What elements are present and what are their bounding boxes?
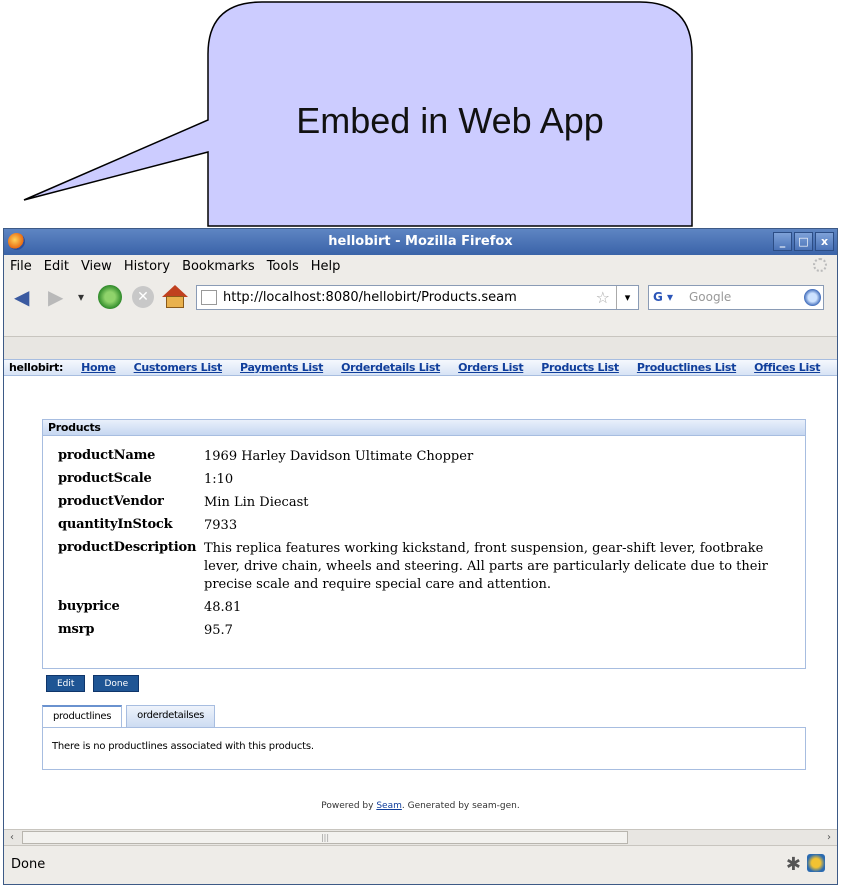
products-panel: Products productName 1969 Harley Davidso… — [42, 419, 806, 669]
nav-home[interactable]: Home — [81, 361, 116, 374]
menu-file[interactable]: File — [10, 259, 32, 274]
property-row: productVendor Min Lin Diecast — [58, 494, 798, 512]
bookmarks-toolbar — [4, 317, 837, 337]
property-label: productScale — [58, 471, 152, 486]
nav-payments-list[interactable]: Payments List — [240, 361, 323, 374]
action-buttons: Edit Done — [46, 675, 140, 692]
status-text: Done — [11, 857, 46, 872]
menu-view[interactable]: View — [81, 259, 112, 274]
bug-icon[interactable]: ✱ — [786, 854, 801, 875]
callout-bubble: Embed in Web App — [0, 0, 841, 240]
app-menu-bar: hellobirt: Home Customers List Payments … — [4, 359, 837, 376]
products-panel-header: Products — [43, 420, 805, 436]
footer-suffix: . Generated by seam-gen. — [401, 801, 520, 811]
app-brand: hellobirt: — [9, 361, 64, 374]
property-label: productName — [58, 448, 156, 463]
property-row: productDescription This replica features… — [58, 540, 798, 594]
property-value: This replica features working kickstand,… — [204, 541, 768, 592]
url-text[interactable]: http://localhost:8080/hellobirt/Products… — [223, 290, 517, 305]
property-value: Min Lin Diecast — [204, 495, 309, 510]
scrollbar-thumb[interactable]: ||| — [22, 831, 628, 844]
status-bar: Done ✱ — [4, 845, 837, 884]
page-footer: Powered by Seam. Generated by seam-gen. — [4, 801, 837, 811]
scroll-left-icon[interactable]: ‹ — [4, 830, 20, 845]
search-icon[interactable] — [804, 289, 821, 306]
property-value: 95.7 — [204, 623, 233, 638]
property-value: 1:10 — [204, 472, 234, 487]
property-row: quantityInStock 7933 — [58, 517, 798, 535]
search-engine-icon[interactable]: G ▾ — [651, 288, 685, 307]
menu-edit[interactable]: Edit — [44, 259, 69, 274]
window-title: hellobirt - Mozilla Firefox — [328, 234, 513, 249]
nav-offices-list[interactable]: Offices List — [754, 361, 820, 374]
property-label: msrp — [58, 622, 95, 637]
property-row: productName 1969 Harley Davidson Ultimat… — [58, 448, 798, 466]
tab-panel: There is no productlines associated with… — [42, 727, 806, 770]
property-label: buyprice — [58, 599, 120, 614]
nav-customers-list[interactable]: Customers List — [134, 361, 223, 374]
property-row: msrp 95.7 — [58, 622, 798, 640]
scroll-right-icon[interactable]: › — [821, 830, 837, 845]
menu-bar: File Edit View History Bookmarks Tools H… — [4, 255, 837, 277]
callout-text: Embed in Web App — [296, 100, 604, 141]
property-value: 48.81 — [204, 600, 242, 615]
property-row: buyprice 48.81 — [58, 599, 798, 617]
property-row: productScale 1:10 — [58, 471, 798, 489]
home-icon[interactable] — [162, 285, 188, 309]
url-bar[interactable]: http://localhost:8080/hellobirt/Products… — [196, 285, 639, 310]
browser-window: hellobirt - Mozilla Firefox _ □ x File E… — [3, 228, 838, 885]
throbber-icon — [813, 258, 827, 272]
bookmark-star-icon[interactable]: ☆ — [596, 288, 610, 307]
done-button[interactable]: Done — [93, 675, 140, 692]
url-dropdown-icon[interactable]: ▾ — [616, 286, 638, 309]
product-properties: productName 1969 Harley Davidson Ultimat… — [58, 448, 798, 645]
property-value: 1969 Harley Davidson Ultimate Chopper — [204, 449, 474, 464]
menu-tools[interactable]: Tools — [267, 259, 299, 274]
tab-panel-message: There is no productlines associated with… — [52, 741, 314, 752]
search-bar[interactable]: G ▾ Google — [648, 285, 824, 310]
menu-bookmarks[interactable]: Bookmarks — [182, 259, 255, 274]
history-dropdown-icon[interactable]: ▾ — [78, 285, 84, 309]
search-input[interactable]: Google — [689, 290, 731, 304]
relations-tabs: productlines orderdetailses — [42, 705, 216, 728]
reload-icon[interactable] — [98, 285, 122, 309]
forward-arrow-icon[interactable]: ▶ — [48, 285, 63, 309]
property-label: productDescription — [58, 540, 197, 555]
nav-products-list[interactable]: Products List — [541, 361, 619, 374]
back-arrow-icon[interactable]: ◀ — [14, 285, 29, 309]
tab-orderdetailses[interactable]: orderdetailses — [126, 705, 216, 727]
nav-orderdetails-list[interactable]: Orderdetails List — [341, 361, 440, 374]
navigation-toolbar: ◀ ▶ ▾ ✕ http://localhost:8080/hellobirt/… — [4, 277, 837, 317]
addon-icon[interactable] — [807, 854, 825, 872]
nav-orders-list[interactable]: Orders List — [458, 361, 524, 374]
menu-history[interactable]: History — [124, 259, 170, 274]
page-content: hellobirt: Home Customers List Payments … — [4, 359, 837, 829]
property-label: productVendor — [58, 494, 164, 509]
close-button[interactable]: x — [815, 232, 834, 251]
horizontal-scrollbar[interactable]: ‹ ||| › — [4, 829, 837, 845]
maximize-button[interactable]: □ — [794, 232, 813, 251]
title-bar[interactable]: hellobirt - Mozilla Firefox _ □ x — [4, 229, 837, 255]
edit-button[interactable]: Edit — [46, 675, 86, 692]
nav-productlines-list[interactable]: Productlines List — [637, 361, 737, 374]
page-favicon-icon — [201, 290, 217, 305]
stop-icon[interactable]: ✕ — [132, 286, 154, 308]
tab-productlines[interactable]: productlines — [42, 705, 123, 728]
footer-prefix: Powered by — [321, 801, 377, 811]
seam-link[interactable]: Seam — [376, 801, 402, 811]
property-value: 7933 — [204, 518, 238, 533]
menu-help[interactable]: Help — [311, 259, 341, 274]
property-label: quantityInStock — [58, 517, 173, 532]
minimize-button[interactable]: _ — [773, 232, 792, 251]
